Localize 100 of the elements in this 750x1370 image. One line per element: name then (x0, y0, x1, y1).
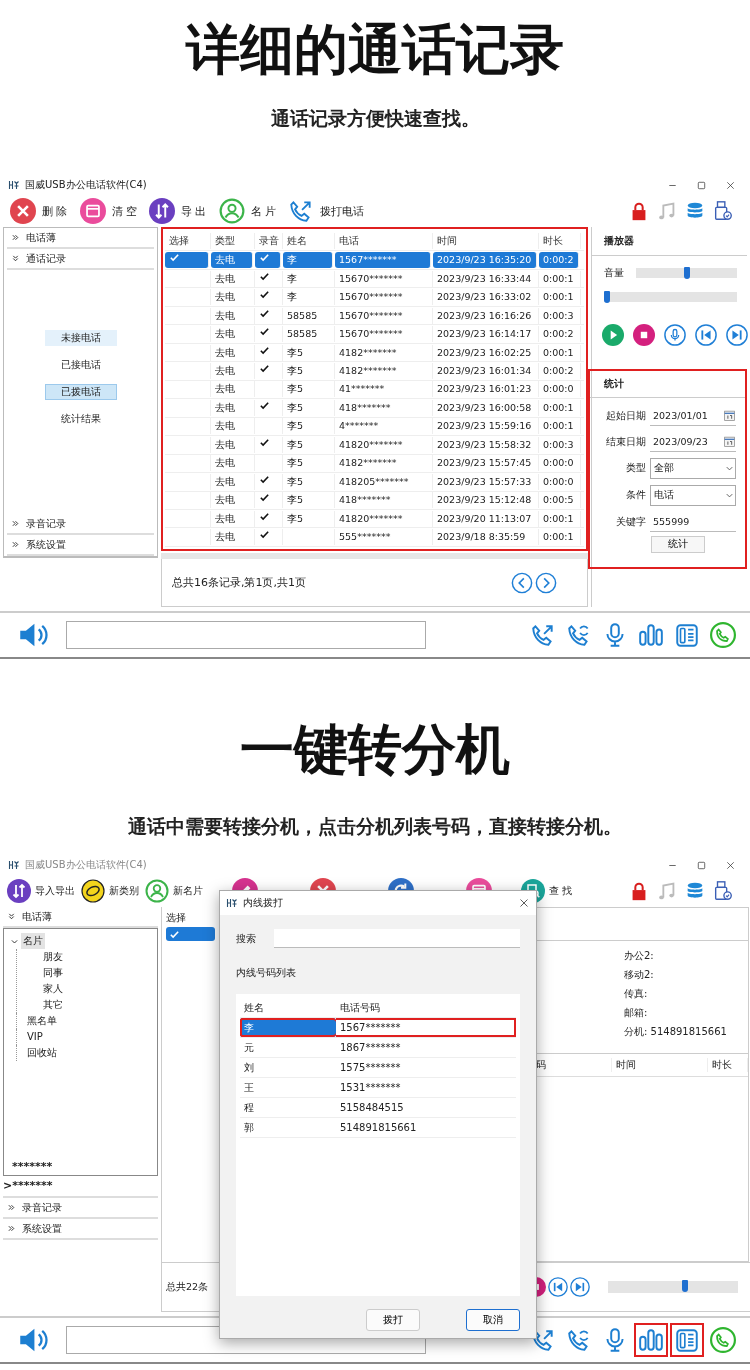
sidebar-item[interactable]: 未接电话 (44, 330, 117, 346)
dialog-button[interactable]: 取消 (466, 1309, 520, 1331)
tree-item[interactable]: VIP (25, 1029, 45, 1045)
table-cell: 15670******* (335, 289, 433, 306)
table-cell: 李5 (283, 473, 335, 490)
table-cell: 0:00:1 (539, 418, 581, 435)
table-cell: 0:00:3 (539, 436, 581, 453)
stats-button[interactable]: 统计 (650, 536, 705, 553)
table-cell: 41820******* (335, 436, 433, 453)
tree-item[interactable]: 朋友 (41, 949, 65, 965)
tree-item[interactable]: ******* (10, 1160, 157, 1175)
sidebar-item[interactable]: 已接电话 (44, 357, 117, 373)
table-cell: 0:00:0 (539, 473, 581, 490)
table-cell: 李5 (283, 510, 335, 527)
column-header[interactable]: 电话号码 (336, 998, 516, 1017)
table-cell: 2023/9/23 15:57:45 (433, 455, 539, 472)
toolbar-button[interactable]: 删 除 (4, 198, 74, 224)
table-cell: 去电 (211, 529, 255, 546)
table-cell[interactable]: 刘 (240, 1058, 336, 1077)
table-cell: 418205******* (335, 473, 433, 490)
dropdown[interactable]: 全部 (650, 458, 736, 479)
table-cell: 4182******* (335, 362, 433, 379)
column-header[interactable]: 录音 (255, 232, 283, 249)
table-cell: 4182******* (335, 344, 433, 361)
table-cell[interactable]: 郭 (240, 1118, 336, 1137)
toolbar-button[interactable]: 拨打电话 (282, 198, 370, 224)
column-header[interactable]: 时长 (708, 1058, 748, 1072)
table-cell: 李5 (283, 362, 335, 379)
table-cell: 0:00:1 (539, 344, 581, 361)
table-cell[interactable]: 程 (240, 1098, 336, 1117)
column-header[interactable]: 类型 (211, 232, 255, 249)
table-cell: 2023/9/23 16:33:02 (433, 289, 539, 306)
toolbar-button[interactable]: 新名片 (142, 879, 206, 903)
table-cell: 15670******* (335, 307, 433, 324)
table-cell[interactable]: 5158484515 (336, 1098, 516, 1117)
tree-item[interactable]: 同事 (41, 965, 65, 981)
table-cell: 去电 (211, 510, 255, 527)
toolbar-button[interactable]: 导入导出 (4, 879, 78, 903)
table-cell: 15670******* (335, 326, 433, 343)
tree-item[interactable]: 其它 (41, 997, 65, 1013)
dialog-button[interactable]: 拨打 (366, 1309, 420, 1331)
window-title: 国威USB办公电话软件(C4) (25, 858, 148, 872)
table-cell[interactable]: 1567******* (336, 1018, 516, 1037)
table-cell[interactable]: 李 (240, 1018, 336, 1037)
table-cell: 418******* (335, 399, 433, 416)
table-cell: 李 (283, 289, 335, 306)
table-cell: 0:00:2 (539, 362, 581, 379)
table-cell: 0:00:1 (539, 289, 581, 306)
table-cell: 0:00:1 (539, 510, 581, 527)
column-header[interactable]: 电话 (335, 232, 433, 249)
headline: 一键转分机 (240, 718, 510, 782)
table-cell: 李 (283, 252, 333, 269)
field-label: 条件 (625, 489, 646, 502)
table-cell: 0:00:0 (539, 381, 581, 398)
column-header[interactable]: 姓名 (283, 232, 335, 249)
volume-label: 音量 (604, 266, 624, 280)
table-cell: 去电 (211, 362, 255, 379)
sidebar-item[interactable]: 统计结果 (44, 411, 117, 427)
field-label: 类型 (625, 462, 646, 475)
table-cell: 李5 (283, 399, 335, 416)
table-cell: 41******* (335, 381, 433, 398)
tree-item[interactable]: 黑名单 (25, 1013, 59, 1029)
field-label: 起始日期 (605, 409, 646, 423)
table-cell[interactable]: 1867******* (336, 1038, 516, 1057)
sidebar-item[interactable]: 已拨电话 (44, 384, 117, 400)
table-cell[interactable]: 1531******* (336, 1078, 516, 1097)
field-label: 搜索 (236, 931, 256, 946)
column-header[interactable]: 时间 (433, 232, 539, 249)
dropdown[interactable]: 电话 (650, 485, 736, 506)
table-cell: 2023/9/23 16:02:25 (433, 344, 539, 361)
table-cell: 0:00:1 (539, 270, 581, 287)
table-cell: 2023/9/23 16:01:34 (433, 362, 539, 379)
table-cell[interactable]: 元 (240, 1038, 336, 1057)
column-header[interactable]: 选择 (165, 232, 211, 249)
column-header[interactable]: 姓名 (240, 998, 336, 1017)
table-cell: 李5 (283, 455, 335, 472)
table-cell: 0:00:2 (539, 326, 581, 343)
panel-title: 播放器 (592, 227, 747, 256)
table-cell: 去电 (211, 381, 255, 398)
detail-line: 移动2: (624, 968, 655, 982)
detail-line: 邮箱: (624, 1006, 649, 1020)
toolbar-button[interactable]: 名 片 (212, 198, 282, 224)
table-cell[interactable]: 514891815661 (336, 1118, 516, 1137)
tree-item[interactable]: 回收站 (25, 1045, 59, 1061)
list-label: 内线号码列表 (235, 966, 297, 980)
table-cell[interactable]: 1575******* (336, 1058, 516, 1077)
toolbar-button[interactable]: 导 出 (143, 198, 213, 224)
page-summary: 总共16条记录,第1页,共1页 (172, 575, 307, 590)
table-cell[interactable]: 王 (240, 1078, 336, 1097)
column-header[interactable]: 时间 (612, 1058, 708, 1072)
tree-item[interactable]: 家人 (41, 981, 65, 997)
toolbar-button[interactable]: 新类别 (78, 879, 142, 903)
column-header[interactable]: 时长 (539, 232, 581, 249)
toolbar-button[interactable]: 清 空 (73, 198, 143, 224)
table-cell: 去电 (211, 436, 255, 453)
table-cell: 2023/9/23 16:01:23 (433, 381, 539, 398)
detail-line: 办公2: (624, 949, 655, 963)
tree-item[interactable]: 名片 (21, 933, 45, 949)
table-cell: 58585 (283, 326, 335, 343)
table-cell: 去电 (211, 252, 253, 269)
